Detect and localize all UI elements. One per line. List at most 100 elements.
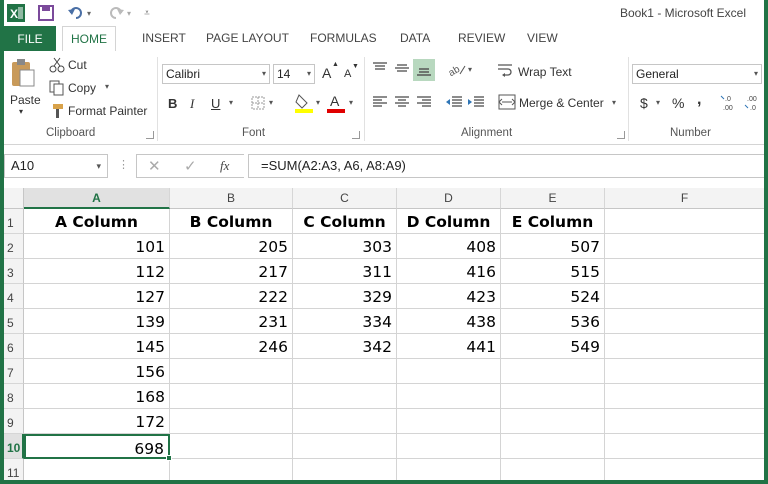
column-header-b[interactable]: B bbox=[170, 188, 293, 209]
tab-formulas[interactable]: FORMULAS bbox=[308, 30, 379, 52]
format-painter-label[interactable]: Format Painter bbox=[68, 104, 147, 118]
cell-e10[interactable] bbox=[501, 434, 605, 459]
clipboard-launcher-icon[interactable] bbox=[146, 131, 154, 139]
tab-data[interactable]: DATA bbox=[398, 30, 432, 52]
undo-icon[interactable] bbox=[66, 3, 86, 23]
orientation-dropdown-icon[interactable]: ▾ bbox=[468, 65, 472, 74]
cell-a9[interactable]: 172 bbox=[24, 409, 170, 434]
cell-e11[interactable] bbox=[501, 459, 605, 480]
row-header-3[interactable]: 3 bbox=[4, 259, 24, 284]
top-align-icon[interactable] bbox=[372, 61, 388, 75]
percent-button[interactable]: % bbox=[672, 95, 684, 111]
cell-d5[interactable]: 438 bbox=[397, 309, 501, 334]
cell-a1[interactable]: A Column bbox=[24, 209, 170, 234]
cell-c5[interactable]: 334 bbox=[293, 309, 397, 334]
cell-f1[interactable] bbox=[605, 209, 764, 234]
column-header-c[interactable]: C bbox=[293, 188, 397, 209]
cell-a7[interactable]: 156 bbox=[24, 359, 170, 384]
cell-e3[interactable]: 515 bbox=[501, 259, 605, 284]
excel-logo-icon[interactable]: X bbox=[6, 3, 26, 23]
cell-c10[interactable] bbox=[293, 434, 397, 459]
underline-dropdown-icon[interactable]: ▾ bbox=[229, 98, 233, 107]
increase-indent-icon[interactable] bbox=[467, 95, 485, 109]
cell-e5[interactable]: 536 bbox=[501, 309, 605, 334]
cell-d11[interactable] bbox=[397, 459, 501, 480]
row-header-5[interactable]: 5 bbox=[4, 309, 24, 334]
bottom-align-icon[interactable] bbox=[413, 59, 435, 81]
merge-dropdown-icon[interactable]: ▾ bbox=[612, 98, 616, 107]
redo-icon[interactable] bbox=[106, 3, 126, 23]
row-header-1[interactable]: 1 bbox=[4, 209, 24, 234]
tab-insert[interactable]: INSERT bbox=[140, 30, 188, 52]
orientation-icon[interactable]: ab bbox=[447, 61, 467, 77]
cell-c8[interactable] bbox=[293, 384, 397, 409]
tab-review[interactable]: REVIEW bbox=[456, 30, 507, 52]
font-color-dropdown-icon[interactable]: ▾ bbox=[349, 98, 353, 107]
cell-b1[interactable]: B Column bbox=[170, 209, 293, 234]
cell-b3[interactable]: 217 bbox=[170, 259, 293, 284]
row-header-4[interactable]: 4 bbox=[4, 284, 24, 309]
cell-f10[interactable] bbox=[605, 434, 764, 459]
enter-icon[interactable]: ✓ bbox=[184, 157, 197, 175]
cell-e1[interactable]: E Column bbox=[501, 209, 605, 234]
cell-c9[interactable] bbox=[293, 409, 397, 434]
name-box[interactable]: A10 ▾ bbox=[4, 154, 108, 178]
copy-icon[interactable] bbox=[48, 80, 66, 96]
cell-a8[interactable]: 168 bbox=[24, 384, 170, 409]
align-right-icon[interactable] bbox=[416, 95, 432, 109]
fill-color-icon[interactable] bbox=[295, 93, 313, 113]
merge-center-icon[interactable] bbox=[498, 94, 516, 110]
cell-c1[interactable]: C Column bbox=[293, 209, 397, 234]
fill-handle[interactable] bbox=[166, 455, 172, 461]
cell-c4[interactable]: 329 bbox=[293, 284, 397, 309]
save-icon[interactable] bbox=[36, 3, 56, 23]
cell-e7[interactable] bbox=[501, 359, 605, 384]
tab-page-layout[interactable]: PAGE LAYOUT bbox=[204, 30, 291, 52]
undo-dropdown-icon[interactable]: ▾ bbox=[84, 3, 94, 23]
cell-c2[interactable]: 303 bbox=[293, 234, 397, 259]
tab-home[interactable]: HOME bbox=[62, 26, 116, 52]
formula-input[interactable]: =SUM(A2:A3, A6, A8:A9) bbox=[248, 154, 764, 178]
wrap-text-icon[interactable] bbox=[498, 63, 514, 77]
cell-f9[interactable] bbox=[605, 409, 764, 434]
font-name-select[interactable]: Calibri ▾ bbox=[162, 64, 270, 84]
cell-d1[interactable]: D Column bbox=[397, 209, 501, 234]
row-header-6[interactable]: 6 bbox=[4, 334, 24, 359]
cell-a5[interactable]: 139 bbox=[24, 309, 170, 334]
cell-b5[interactable]: 231 bbox=[170, 309, 293, 334]
fill-color-dropdown-icon[interactable]: ▾ bbox=[316, 98, 320, 107]
cell-c11[interactable] bbox=[293, 459, 397, 480]
paste-label[interactable]: Paste bbox=[10, 93, 41, 107]
cell-d8[interactable] bbox=[397, 384, 501, 409]
cell-b7[interactable] bbox=[170, 359, 293, 384]
cell-c6[interactable]: 342 bbox=[293, 334, 397, 359]
cell-b9[interactable] bbox=[170, 409, 293, 434]
cell-d9[interactable] bbox=[397, 409, 501, 434]
cell-d2[interactable]: 408 bbox=[397, 234, 501, 259]
cell-e6[interactable]: 549 bbox=[501, 334, 605, 359]
cell-c7[interactable] bbox=[293, 359, 397, 384]
decrease-indent-icon[interactable] bbox=[445, 95, 463, 109]
align-center-icon[interactable] bbox=[394, 95, 410, 109]
cell-b6[interactable]: 246 bbox=[170, 334, 293, 359]
spreadsheet-grid[interactable]: ABCDEF 1A Column B Column C Column D Column E… bbox=[4, 188, 764, 480]
column-header-d[interactable]: D bbox=[397, 188, 501, 209]
cell-b11[interactable] bbox=[170, 459, 293, 480]
cell-d7[interactable] bbox=[397, 359, 501, 384]
cell-d3[interactable]: 416 bbox=[397, 259, 501, 284]
cell-e9[interactable] bbox=[501, 409, 605, 434]
decrease-decimal-icon[interactable]: .00.0 bbox=[744, 93, 764, 113]
insert-function-icon[interactable]: fx bbox=[220, 158, 229, 174]
column-header-a[interactable]: A bbox=[24, 188, 170, 209]
cell-a10[interactable]: 698 bbox=[24, 434, 170, 459]
cell-d6[interactable]: 441 bbox=[397, 334, 501, 359]
tab-view[interactable]: VIEW bbox=[525, 30, 560, 52]
middle-align-icon[interactable] bbox=[394, 61, 410, 75]
row-header-8[interactable]: 8 bbox=[4, 384, 24, 409]
currency-button[interactable]: $ bbox=[640, 95, 648, 111]
currency-dropdown-icon[interactable]: ▾ bbox=[656, 98, 660, 107]
number-format-select[interactable]: General ▾ bbox=[632, 64, 762, 84]
increase-decimal-icon[interactable]: .0.00 bbox=[720, 93, 740, 113]
font-color-icon[interactable]: A bbox=[327, 93, 345, 113]
row-header-10[interactable]: 10 bbox=[4, 434, 24, 459]
